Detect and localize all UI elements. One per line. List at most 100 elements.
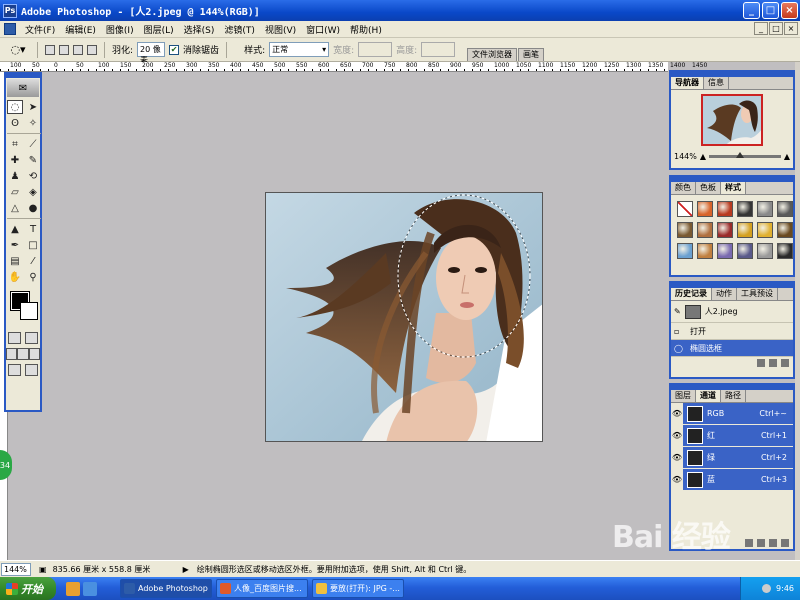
new-selection-mode-button[interactable] [45, 44, 55, 55]
style-swatch[interactable] [697, 201, 713, 217]
antialias-checkbox[interactable]: ✔ [169, 44, 180, 55]
style-swatch[interactable] [717, 243, 733, 259]
width-input[interactable] [358, 42, 393, 57]
screen-mode-menu-button[interactable] [17, 348, 29, 360]
zoom-tool-icon[interactable]: ⚲ [25, 270, 41, 284]
eye-icon[interactable]: 👁 [671, 446, 683, 469]
tab-navigator[interactable]: 导航器 [671, 77, 704, 89]
tab-info[interactable]: 信息 [704, 77, 729, 89]
tab-color[interactable]: 颜色 [671, 182, 696, 194]
elliptical-marquee-preset-icon[interactable]: ◌▾ [6, 42, 30, 58]
menu-image[interactable]: 图像(I) [101, 23, 139, 36]
clone-stamp-tool-icon[interactable]: ♟ [7, 169, 23, 183]
style-swatch[interactable] [757, 222, 773, 238]
menu-select[interactable]: 选择(S) [179, 23, 220, 36]
volume-icon[interactable] [762, 584, 772, 593]
history-item-open[interactable]: ▫ 打开 [671, 323, 793, 340]
desktop-quick-launch-icon[interactable] [83, 581, 97, 596]
style-swatch[interactable] [777, 243, 793, 259]
trash-icon[interactable] [781, 359, 789, 367]
style-swatch[interactable] [697, 243, 713, 259]
zoom-out-icon[interactable]: ▲ [700, 152, 706, 161]
zoom-in-icon[interactable]: ▲ [784, 152, 790, 161]
eraser-tool-icon[interactable]: ▱ [7, 185, 23, 199]
style-swatch[interactable] [697, 222, 713, 238]
magic-wand-tool-icon[interactable]: ✧ [25, 116, 41, 130]
feather-input[interactable]: 20 像素 [137, 42, 166, 65]
close-button[interactable]: × [781, 2, 798, 19]
brush-tool-icon[interactable]: ✎ [25, 153, 41, 167]
history-snapshot[interactable]: ✎ 人2.jpeg [671, 301, 793, 323]
paint-bucket-tool-icon[interactable]: ◈ [25, 185, 41, 199]
navigator-zoom-slider[interactable] [709, 152, 781, 158]
tab-tool-presets[interactable]: 工具预设 [737, 288, 778, 300]
task-photoshop[interactable]: Adobe Photoshop ... [120, 579, 212, 598]
style-swatch[interactable] [757, 243, 773, 259]
background-color-swatch[interactable] [20, 302, 38, 320]
new-snapshot-icon[interactable] [769, 359, 777, 367]
tab-layers[interactable]: 图层 [671, 390, 696, 402]
type-tool-icon[interactable]: T [25, 222, 41, 236]
menu-help[interactable]: 帮助(H) [345, 23, 387, 36]
subtract-selection-mode-button[interactable] [73, 44, 83, 55]
style-swatch[interactable] [777, 222, 793, 238]
eye-icon[interactable]: 👁 [671, 468, 683, 491]
slice-tool-icon[interactable]: ⟋ [25, 137, 41, 151]
trash-icon[interactable] [781, 539, 789, 547]
style-swatch[interactable] [717, 222, 733, 238]
channel-row-red[interactable]: 👁 红 Ctrl+1 [671, 424, 793, 447]
zoom-level-input[interactable]: 144% [1, 562, 31, 576]
style-swatch[interactable] [737, 201, 753, 217]
rectangle-tool-icon[interactable]: □ [25, 238, 41, 252]
style-swatch[interactable] [677, 222, 693, 238]
doc-minimize-button[interactable]: _ [754, 22, 768, 35]
tab-paths[interactable]: 路径 [721, 390, 746, 402]
task-browser[interactable]: 人像_百度图片搜... [216, 579, 308, 598]
screen-mode-standard-button[interactable] [6, 348, 18, 360]
load-selection-icon[interactable] [745, 539, 753, 547]
maximize-button[interactable]: □ [762, 2, 779, 19]
crop-tool-icon[interactable]: ⌗ [7, 137, 23, 151]
task-image-viewer[interactable]: 要放(打开): JPG -... [312, 579, 404, 598]
history-brush-tool-icon[interactable]: ⟲ [25, 169, 41, 183]
new-channel-icon[interactable] [769, 539, 777, 547]
style-swatch[interactable] [717, 201, 733, 217]
style-select[interactable]: 正常 ▾ [269, 42, 330, 57]
height-input[interactable] [421, 42, 456, 57]
quick-mask-button[interactable] [25, 332, 38, 344]
channel-row-green[interactable]: 👁 绿 Ctrl+2 [671, 446, 793, 469]
blur-tool-icon[interactable]: △ [7, 201, 23, 215]
tab-file-browser[interactable]: 文件浏览器 [467, 48, 517, 61]
style-swatch[interactable] [757, 201, 773, 217]
tab-swatches[interactable]: 色板 [696, 182, 721, 194]
new-document-from-state-icon[interactable] [757, 359, 765, 367]
menu-filter[interactable]: 滤镜(T) [219, 23, 260, 36]
marquee-tool-icon[interactable]: ◌ [7, 100, 23, 114]
channel-row-blue[interactable]: 👁 蓝 Ctrl+3 [671, 468, 793, 491]
menu-file[interactable]: 文件(F) [20, 23, 60, 36]
document-canvas[interactable] [265, 192, 543, 442]
path-selection-tool-icon[interactable]: ▲ [7, 222, 23, 236]
menu-layer[interactable]: 图层(L) [139, 23, 179, 36]
dodge-tool-icon[interactable]: ● [25, 201, 41, 215]
jump-to-imageready-button[interactable] [8, 364, 21, 376]
status-arrow-icon[interactable]: ▶ [183, 565, 189, 574]
lasso-tool-icon[interactable]: ʘ [7, 116, 23, 130]
style-swatch[interactable] [677, 243, 693, 259]
tab-brushes[interactable]: 画笔 [518, 48, 544, 61]
doc-restore-button[interactable]: □ [769, 22, 783, 35]
start-button[interactable]: 开始 [0, 577, 56, 600]
eye-icon[interactable]: 👁 [671, 424, 683, 447]
doc-close-button[interactable]: × [784, 22, 798, 35]
add-selection-mode-button[interactable] [59, 44, 69, 55]
screen-mode-full-button[interactable] [28, 348, 40, 360]
standard-mode-button[interactable] [8, 332, 21, 344]
notes-tool-icon[interactable]: ▤ [7, 254, 23, 268]
tab-channels[interactable]: 通道 [696, 390, 721, 402]
pen-tool-icon[interactable]: ✒ [7, 238, 23, 252]
menu-window[interactable]: 窗口(W) [301, 23, 345, 36]
tab-styles[interactable]: 样式 [721, 182, 746, 194]
imageready-icon[interactable] [25, 364, 38, 376]
tab-actions[interactable]: 动作 [712, 288, 737, 300]
style-swatch[interactable] [737, 243, 753, 259]
